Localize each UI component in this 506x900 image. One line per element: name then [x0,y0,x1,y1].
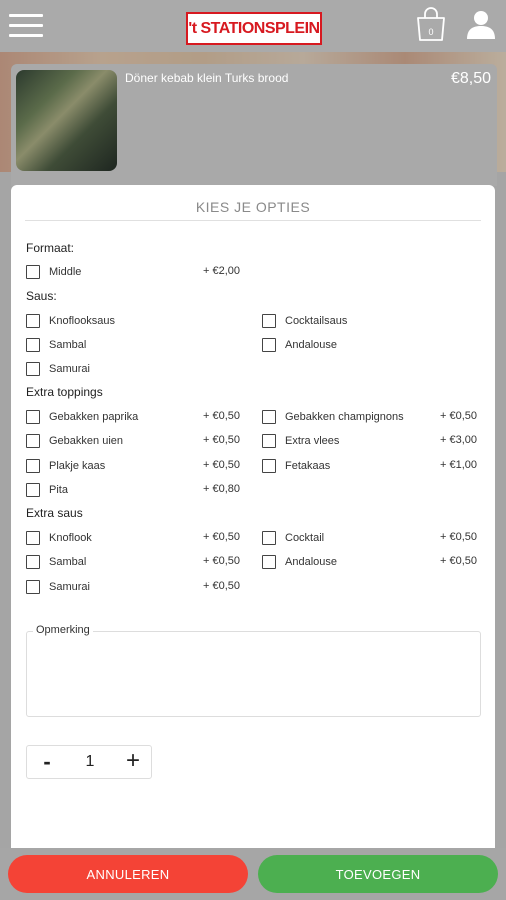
option-extra-knoflook[interactable]: Knoflook [26,530,92,546]
app-header: 't STATIONSPLEIN 0 [0,0,506,52]
option-label: Samurai [49,581,90,593]
option-label: Cocktailsaus [285,315,348,327]
option-label: Knoflooksaus [49,315,116,327]
checkbox[interactable] [262,459,276,473]
product-name: Döner kebab klein Turks brood [125,71,289,85]
option-label: Sambal [49,556,87,568]
option-label: Sambal [49,339,87,351]
option-price: + €0,50 [202,459,240,471]
logo-text: 't STATIONSPLEIN [188,19,320,37]
product-price: €8,50 [450,70,491,87]
checkbox[interactable] [262,338,276,352]
option-label: Gebakken uien [49,435,123,447]
option-price: + €0,80 [202,483,240,495]
section-label-extra-saus: Extra saus [26,506,83,520]
option-label: Andalouse [285,339,337,351]
shopping-bag-icon[interactable]: 0 [415,7,447,41]
option-gebakken-paprika[interactable]: Gebakken paprika [26,409,138,425]
checkbox[interactable] [26,434,40,448]
action-bar: ANNULEREN TOEVOEGEN [0,848,506,900]
option-extra-samurai[interactable]: Samurai [26,579,90,595]
checkbox[interactable] [26,580,40,594]
option-price: + €0,50 [202,555,240,567]
option-price: + €1,00 [439,459,477,471]
increase-button[interactable]: + [122,749,144,773]
checkbox[interactable] [26,459,40,473]
option-label: Knoflook [49,532,92,544]
option-price: + €0,50 [202,410,240,422]
option-gebakken-uien[interactable]: Gebakken uien [26,433,123,449]
option-price: + €0,50 [202,434,240,446]
quantity-value[interactable]: 1 [79,753,101,771]
option-extra-andalouse[interactable]: Andalouse [262,554,337,570]
option-fetakaas[interactable]: Fetakaas [262,458,330,474]
option-label: Pita [49,484,68,496]
option-price: + €0,50 [439,555,477,567]
option-andalouse[interactable]: Andalouse [262,337,337,353]
decrease-button[interactable]: - [37,750,57,774]
option-gebakken-champignons[interactable]: Gebakken champignons [262,409,404,425]
option-plakje-kaas[interactable]: Plakje kaas [26,458,105,474]
checkbox[interactable] [262,555,276,569]
checkbox[interactable] [262,531,276,545]
quantity-stepper: - 1 + [26,745,152,779]
option-extra-vlees[interactable]: Extra vlees [262,433,339,449]
option-samurai[interactable]: Samurai [26,361,90,377]
option-pita[interactable]: Pita [26,482,68,498]
checkbox[interactable] [262,434,276,448]
option-price: + €0,50 [439,531,477,543]
option-knoflooksaus[interactable]: Knoflooksaus [26,313,115,329]
option-price: + €0,50 [202,580,240,592]
section-label-extra-toppings: Extra toppings [26,385,103,399]
option-price: + €0,50 [202,531,240,543]
option-label: Gebakken paprika [49,411,139,423]
section-label-formaat: Formaat: [26,241,75,255]
user-icon[interactable] [466,9,496,39]
checkbox[interactable] [26,531,40,545]
option-label: Cocktail [285,532,325,544]
option-label: Fetakaas [285,460,331,472]
remark-label: Opmerking [33,624,93,636]
section-label-saus: Saus: [26,289,57,303]
option-label: Andalouse [285,556,337,568]
checkbox[interactable] [26,265,40,279]
add-button[interactable]: TOEVOEGEN [258,855,498,893]
option-cocktailsaus[interactable]: Cocktailsaus [262,313,347,329]
options-panel: KIES JE OPTIES Formaat: Middle + €2,00 S… [11,185,495,850]
checkbox[interactable] [26,483,40,497]
option-price: + €3,00 [439,434,477,446]
option-label: Middle [49,266,82,278]
logo[interactable]: 't STATIONSPLEIN [186,12,322,45]
panel-title: KIES JE OPTIES [195,199,311,215]
option-label: Plakje kaas [49,460,106,472]
option-label: Gebakken champignons [285,411,404,423]
option-label: Samurai [49,363,90,375]
checkbox[interactable] [26,555,40,569]
remark-field[interactable]: Opmerking [26,624,481,717]
option-sambal[interactable]: Sambal [26,337,86,353]
checkbox[interactable] [26,314,40,328]
checkbox[interactable] [26,362,40,376]
cancel-button[interactable]: ANNULEREN [8,855,248,893]
option-extra-cocktail[interactable]: Cocktail [262,530,324,546]
checkbox[interactable] [262,314,276,328]
checkbox[interactable] [26,410,40,424]
menu-icon[interactable] [9,14,43,38]
product-image [16,70,117,171]
option-extra-sambal[interactable]: Sambal [26,554,86,570]
option-price: + €0,50 [439,410,477,422]
option-middle[interactable]: Middle [26,264,81,280]
product-card: Döner kebab klein Turks brood €8,50 [11,64,497,186]
option-label: Extra vlees [285,435,340,447]
checkbox[interactable] [262,410,276,424]
divider [25,220,481,221]
checkbox[interactable] [26,338,40,352]
cart-count-badge: 0 [428,27,434,37]
option-price: + €2,00 [202,265,240,277]
